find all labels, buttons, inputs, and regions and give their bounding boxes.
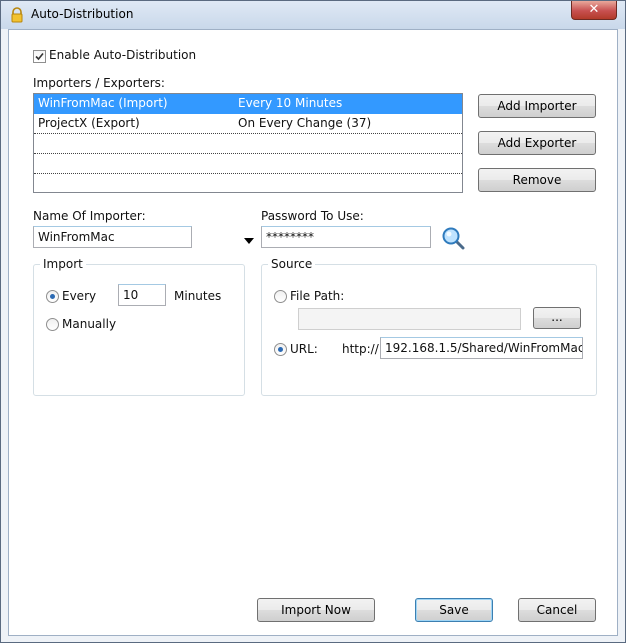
name-input[interactable]: WinFromMac bbox=[33, 226, 192, 248]
file-path-input[interactable] bbox=[298, 308, 521, 330]
enable-label[interactable]: Enable Auto-Distribution bbox=[49, 48, 196, 62]
source-group: Source File Path: ... URL: http:// 192.1… bbox=[261, 257, 597, 396]
list-item[interactable] bbox=[34, 154, 462, 174]
every-radio[interactable] bbox=[46, 290, 59, 303]
list-item[interactable]: WinFromMac (Import) Every 10 Minutes bbox=[34, 94, 462, 114]
file-path-label[interactable]: File Path: bbox=[290, 289, 344, 303]
manually-label[interactable]: Manually bbox=[62, 317, 116, 331]
source-group-title: Source bbox=[268, 257, 316, 271]
remove-button[interactable]: Remove bbox=[478, 168, 596, 192]
enable-checkbox[interactable] bbox=[33, 50, 46, 63]
import-group-title: Import bbox=[40, 257, 86, 271]
list-item[interactable] bbox=[34, 174, 462, 192]
list-label: Importers / Exporters: bbox=[33, 76, 165, 90]
importers-exporters-list[interactable]: WinFromMac (Import) Every 10 Minutes Pro… bbox=[33, 93, 463, 193]
dialog-body: Enable Auto-Distribution Importers / Exp… bbox=[8, 29, 618, 636]
checkmark-icon bbox=[35, 52, 44, 61]
list-item[interactable] bbox=[34, 134, 462, 154]
list-item-schedule: On Every Change (37) bbox=[238, 116, 372, 130]
url-label[interactable]: URL: bbox=[290, 342, 318, 356]
interval-value: 10 bbox=[123, 288, 139, 302]
list-item-schedule: Every 10 Minutes bbox=[238, 96, 343, 110]
list-item-name: ProjectX (Export) bbox=[38, 116, 140, 130]
list-item[interactable]: ProjectX (Export) On Every Change (37) bbox=[34, 114, 462, 134]
url-radio[interactable] bbox=[274, 343, 287, 356]
magnifier-icon[interactable] bbox=[441, 226, 465, 253]
add-exporter-button[interactable]: Add Exporter bbox=[478, 131, 596, 155]
url-input[interactable]: 192.168.1.5/Shared/WinFromMac.pvc bbox=[380, 337, 583, 359]
password-label: Password To Use: bbox=[261, 209, 364, 223]
file-path-radio[interactable] bbox=[274, 290, 287, 303]
url-value: 192.168.1.5/Shared/WinFromMac.pvc bbox=[385, 341, 582, 355]
interval-input[interactable]: 10 bbox=[118, 284, 166, 306]
title-bar[interactable]: Auto-Distribution ✕ bbox=[1, 1, 625, 29]
password-input[interactable]: ******** bbox=[261, 226, 431, 248]
name-label: Name Of Importer: bbox=[33, 209, 146, 223]
unit-label: Minutes bbox=[174, 289, 222, 303]
every-label[interactable]: Every bbox=[62, 289, 96, 303]
add-importer-button[interactable]: Add Importer bbox=[478, 94, 596, 118]
triangle-down-icon[interactable] bbox=[244, 233, 254, 247]
name-input-value: WinFromMac bbox=[38, 230, 115, 244]
manually-radio[interactable] bbox=[46, 318, 59, 331]
import-now-button[interactable]: Import Now bbox=[257, 598, 375, 622]
cancel-button[interactable]: Cancel bbox=[518, 598, 596, 622]
password-input-value: ******** bbox=[266, 230, 314, 244]
lock-icon bbox=[9, 7, 25, 23]
auto-distribution-window: Auto-Distribution ✕ Enable Auto-Distribu… bbox=[0, 0, 626, 643]
browse-button[interactable]: ... bbox=[533, 307, 581, 329]
save-button[interactable]: Save bbox=[415, 598, 493, 622]
close-button[interactable]: ✕ bbox=[571, 1, 617, 20]
url-prefix: http:// bbox=[342, 342, 379, 356]
window-title: Auto-Distribution bbox=[31, 7, 134, 21]
import-group: Import Every 10 Minutes Manually bbox=[33, 257, 245, 396]
list-item-name: WinFromMac (Import) bbox=[38, 96, 168, 110]
